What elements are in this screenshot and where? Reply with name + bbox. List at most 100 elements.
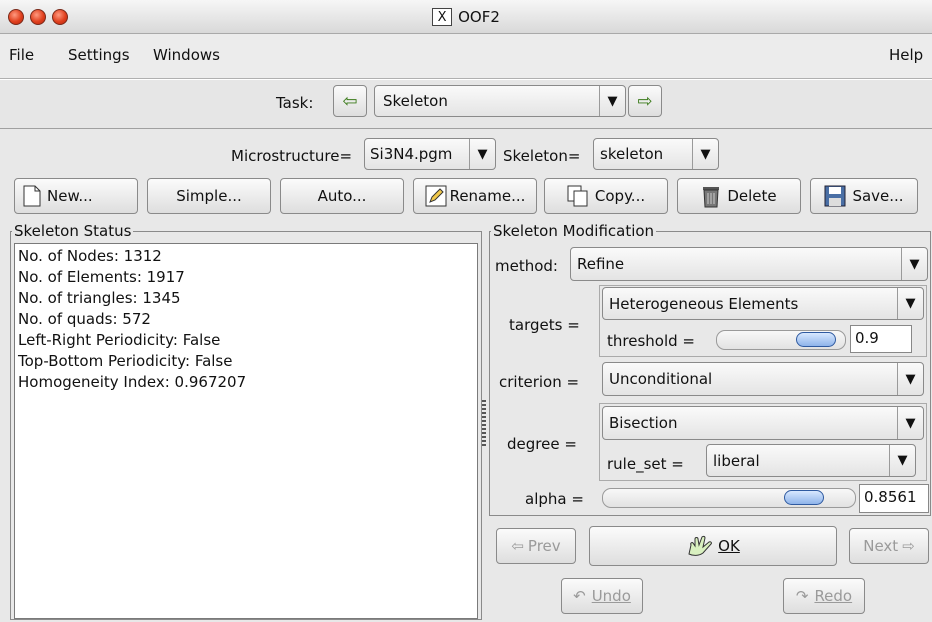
task-select-value: Skeleton <box>383 92 448 110</box>
chevron-down-icon: ▼ <box>901 248 927 280</box>
x11-app-icon: X <box>432 8 453 26</box>
arrow-left-icon: ⇦ <box>342 90 358 112</box>
menu-help[interactable]: Help <box>889 46 923 64</box>
method-select[interactable]: Refine ▼ <box>570 247 928 281</box>
ok-button[interactable]: OK <box>589 526 837 566</box>
window-title: OOF2 <box>458 8 500 26</box>
status-line-lr-periodicity: Left-Right Periodicity: False <box>18 331 221 349</box>
criterion-select[interactable]: Unconditional ▼ <box>602 362 924 396</box>
ok-hand-icon <box>688 535 713 556</box>
undo-button[interactable]: ↶ Undo <box>561 578 643 614</box>
copy-button-label: Copy... <box>594 187 646 205</box>
status-line-quads: No. of quads: 572 <box>18 310 151 328</box>
status-line-tb-periodicity: Top-Bottom Periodicity: False <box>18 352 233 370</box>
save-button-label: Save... <box>852 187 904 205</box>
rule-set-value: liberal <box>713 451 760 470</box>
targets-label: targets = <box>509 316 580 334</box>
status-line-homogeneity: Homogeneity Index: 0.967207 <box>18 373 247 391</box>
skeleton-select[interactable]: skeleton ▼ <box>593 138 719 170</box>
new-document-icon <box>23 185 41 207</box>
menu-windows[interactable]: Windows <box>153 46 220 64</box>
degree-value: Bisection <box>609 414 678 432</box>
copy-button[interactable]: Copy... <box>544 178 668 214</box>
task-bar: Task: ⇦ Skeleton ▼ ⇨ <box>0 79 932 129</box>
task-label: Task: <box>276 94 314 112</box>
rename-button-label: Rename... <box>449 187 526 205</box>
arrow-right-icon: ⇨ <box>902 537 915 555</box>
new-button[interactable]: New... <box>14 178 138 214</box>
title-bar: X OOF2 <box>0 0 932 34</box>
task-next-button[interactable]: ⇨ <box>628 85 662 117</box>
ok-button-label: OK <box>718 537 740 555</box>
redo-icon: ↷ <box>795 587 809 605</box>
threshold-slider-knob[interactable] <box>796 332 836 347</box>
menu-bar: File Settings Windows Help <box>0 34 932 79</box>
delete-button-label: Delete <box>727 187 777 205</box>
alpha-label: alpha = <box>525 490 584 508</box>
chevron-down-icon: ▼ <box>599 86 625 116</box>
threshold-input[interactable]: 0.9 <box>850 325 912 353</box>
criterion-value: Unconditional <box>609 370 713 388</box>
method-value: Refine <box>577 255 625 273</box>
save-button[interactable]: Save... <box>810 178 918 214</box>
skeleton-label: Skeleton= <box>503 147 581 165</box>
undo-button-label: Undo <box>591 587 631 605</box>
pane-resize-handle[interactable] <box>482 400 486 446</box>
chevron-down-icon: ▼ <box>897 288 923 319</box>
targets-select[interactable]: Heterogeneous Elements ▼ <box>602 287 924 320</box>
status-line-triangles: No. of triangles: 1345 <box>18 289 181 307</box>
skeleton-status-title: Skeleton Status <box>12 222 134 240</box>
degree-label: degree = <box>507 435 577 453</box>
rename-button[interactable]: Rename... <box>413 178 537 214</box>
rename-pencil-icon <box>425 185 447 207</box>
rule-set-label: rule_set = <box>607 455 684 473</box>
auto-button[interactable]: Auto... <box>280 178 404 214</box>
new-button-label: New... <box>47 187 93 205</box>
next-button[interactable]: Next ⇨ <box>849 528 929 564</box>
degree-select[interactable]: Bisection ▼ <box>602 406 924 440</box>
arrow-right-icon: ⇨ <box>637 90 653 112</box>
skeleton-value: skeleton <box>600 145 664 163</box>
status-line-nodes: No. of Nodes: 1312 <box>18 247 162 265</box>
chevron-down-icon: ▼ <box>897 363 923 395</box>
chevron-down-icon: ▼ <box>692 139 718 169</box>
chevron-down-icon: ▼ <box>469 139 495 169</box>
alpha-slider-knob[interactable] <box>784 490 824 505</box>
auto-button-label: Auto... <box>317 187 367 205</box>
arrow-left-icon: ⇦ <box>511 537 524 555</box>
criterion-label: criterion = <box>499 373 580 391</box>
skeleton-status-text[interactable]: No. of Nodes: 1312 No. of Elements: 1917… <box>14 243 478 619</box>
trash-icon <box>703 187 720 208</box>
redo-button-label: Redo <box>814 587 853 605</box>
title-group: X OOF2 <box>0 0 932 34</box>
microstructure-select[interactable]: Si3N4.pgm ▼ <box>364 138 496 170</box>
task-prev-button[interactable]: ⇦ <box>333 85 367 117</box>
threshold-label: threshold = <box>607 332 695 350</box>
threshold-slider[interactable] <box>716 330 846 350</box>
oof2-window: X OOF2 File Settings Windows Help Task: … <box>0 0 932 622</box>
next-button-label: Next <box>863 537 899 555</box>
menu-file[interactable]: File <box>9 46 34 64</box>
redo-button[interactable]: ↷ Redo <box>783 578 865 614</box>
copy-icon <box>567 185 588 207</box>
prev-button[interactable]: ⇦ Prev <box>496 528 576 564</box>
floppy-disk-icon <box>824 185 846 207</box>
method-label: method: <box>495 257 558 275</box>
chevron-down-icon: ▼ <box>897 407 923 439</box>
rule-set-select[interactable]: liberal ▼ <box>706 444 916 477</box>
prev-button-label: Prev <box>527 537 561 555</box>
alpha-input[interactable]: 0.8561 <box>859 484 929 513</box>
task-select[interactable]: Skeleton ▼ <box>374 85 626 117</box>
status-line-elements: No. of Elements: 1917 <box>18 268 185 286</box>
chevron-down-icon: ▼ <box>889 445 915 476</box>
undo-icon: ↶ <box>573 587 586 605</box>
alpha-slider[interactable] <box>602 488 856 508</box>
skeleton-modification-title: Skeleton Modification <box>491 222 657 240</box>
simple-button-label: Simple... <box>176 187 242 205</box>
menu-settings[interactable]: Settings <box>68 46 130 64</box>
microstructure-value: Si3N4.pgm <box>370 145 453 163</box>
microstructure-label: Microstructure= <box>231 147 353 165</box>
delete-button[interactable]: Delete <box>677 178 801 214</box>
simple-button[interactable]: Simple... <box>147 178 271 214</box>
targets-value: Heterogeneous Elements <box>609 294 799 313</box>
